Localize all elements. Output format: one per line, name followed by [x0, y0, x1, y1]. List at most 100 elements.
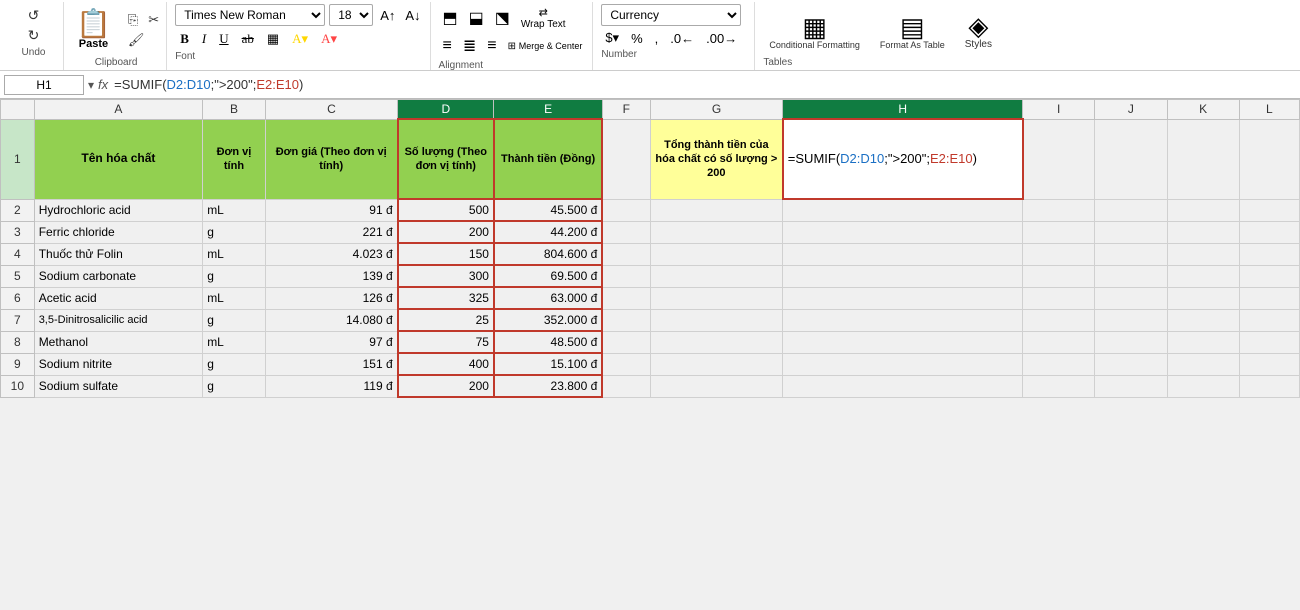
copy-icon[interactable]: ⎘ [125, 11, 141, 29]
cell-I1[interactable] [1023, 119, 1095, 199]
cell-B10[interactable]: g [203, 375, 266, 397]
cell-E7[interactable]: 352.000 đ [494, 309, 602, 331]
cell-E5[interactable]: 69.500 đ [494, 265, 602, 287]
cell-K9[interactable] [1167, 353, 1239, 375]
cell-A8[interactable]: Methanol [34, 331, 203, 353]
cell-B8[interactable]: mL [203, 331, 266, 353]
cell-B1[interactable]: Đơn vị tính [203, 119, 266, 199]
cell-J8[interactable] [1095, 331, 1167, 353]
col-header-J[interactable]: J [1095, 100, 1167, 120]
cell-L8[interactable] [1239, 331, 1299, 353]
cell-F8[interactable] [602, 331, 650, 353]
cell-C1[interactable]: Đơn giá (Theo đơn vị tính) [265, 119, 397, 199]
font-size-select[interactable]: 18 [329, 4, 373, 26]
align-bottom-icon[interactable]: ⬔ [491, 6, 514, 30]
cell-C3[interactable]: 221 đ [265, 221, 397, 243]
col-header-G[interactable]: G [650, 100, 782, 120]
cell-L3[interactable] [1239, 221, 1299, 243]
cell-C9[interactable]: 151 đ [265, 353, 397, 375]
cell-I4[interactable] [1023, 243, 1095, 265]
cell-A4[interactable]: Thuốc thử Folin [34, 243, 203, 265]
cell-L1[interactable] [1239, 119, 1299, 199]
cell-B2[interactable]: mL [203, 199, 266, 221]
cell-D3[interactable]: 200 [398, 221, 494, 243]
align-top-icon[interactable]: ⬒ [439, 6, 462, 30]
cell-C6[interactable]: 126 đ [265, 287, 397, 309]
cell-L6[interactable] [1239, 287, 1299, 309]
cell-C8[interactable]: 97 đ [265, 331, 397, 353]
formula-dropdown[interactable]: ▾ [88, 78, 94, 92]
align-left-icon[interactable]: ≡ [439, 35, 456, 57]
cell-G4[interactable] [650, 243, 782, 265]
col-header-B[interactable]: B [203, 100, 266, 120]
cell-C10[interactable]: 119 đ [265, 375, 397, 397]
row-header-3[interactable]: 3 [1, 221, 35, 243]
cell-I7[interactable] [1023, 309, 1095, 331]
cell-E10[interactable]: 23.800 đ [494, 375, 602, 397]
cell-D9[interactable]: 400 [398, 353, 494, 375]
increase-decimal-btn[interactable]: .00→ [702, 30, 741, 47]
redo-button[interactable]: ↻ [24, 26, 44, 45]
cell-K3[interactable] [1167, 221, 1239, 243]
cell-K6[interactable] [1167, 287, 1239, 309]
cell-K10[interactable] [1167, 375, 1239, 397]
cell-E9[interactable]: 15.100 đ [494, 353, 602, 375]
cell-D4[interactable]: 150 [398, 243, 494, 265]
cell-H6[interactable] [783, 287, 1023, 309]
cell-B4[interactable]: mL [203, 243, 266, 265]
cell-A5[interactable]: Sodium carbonate [34, 265, 203, 287]
cell-K1[interactable] [1167, 119, 1239, 199]
font-name-select[interactable]: Times New Roman [175, 4, 325, 26]
styles-button[interactable]: ◈ Styles [959, 11, 998, 52]
row-header-6[interactable]: 6 [1, 287, 35, 309]
cell-K5[interactable] [1167, 265, 1239, 287]
cell-H8[interactable] [783, 331, 1023, 353]
cell-L4[interactable] [1239, 243, 1299, 265]
cell-H4[interactable] [783, 243, 1023, 265]
fill-color-button[interactable]: A▾ [287, 29, 313, 49]
cell-G9[interactable] [650, 353, 782, 375]
cell-H3[interactable] [783, 221, 1023, 243]
percent-btn[interactable]: % [627, 30, 647, 47]
format-table-button[interactable]: ▤ Format As Table [874, 12, 951, 52]
cell-F6[interactable] [602, 287, 650, 309]
cell-J1[interactable] [1095, 119, 1167, 199]
decrease-font-btn[interactable]: A↓ [402, 7, 423, 24]
col-header-I[interactable]: I [1023, 100, 1095, 120]
dollar-btn[interactable]: $▾ [601, 29, 623, 47]
border-button[interactable]: ▦ [262, 29, 284, 49]
underline-button[interactable]: U [214, 29, 233, 49]
cell-H9[interactable] [783, 353, 1023, 375]
cell-J9[interactable] [1095, 353, 1167, 375]
paste-button[interactable]: 📋 Paste [70, 8, 117, 52]
wrap-text-button[interactable]: ⇄ Wrap Text [517, 4, 570, 32]
col-header-E[interactable]: E [494, 100, 602, 120]
col-header-L[interactable]: L [1239, 100, 1299, 120]
row-header-2[interactable]: 2 [1, 199, 35, 221]
cell-J4[interactable] [1095, 243, 1167, 265]
row-header-5[interactable]: 5 [1, 265, 35, 287]
col-header-D[interactable]: D [398, 100, 494, 120]
cell-reference-box[interactable] [4, 75, 84, 95]
cell-F7[interactable] [602, 309, 650, 331]
cell-F2[interactable] [602, 199, 650, 221]
cell-H1[interactable]: =SUMIF(D2:D10;">200";E2:E10) [783, 119, 1023, 199]
cell-H2[interactable] [783, 199, 1023, 221]
cell-I2[interactable] [1023, 199, 1095, 221]
cell-D7[interactable]: 25 [398, 309, 494, 331]
col-header-H[interactable]: H [783, 100, 1023, 120]
cell-K8[interactable] [1167, 331, 1239, 353]
col-header-K[interactable]: K [1167, 100, 1239, 120]
cell-C7[interactable]: 14.080 đ [265, 309, 397, 331]
cell-I5[interactable] [1023, 265, 1095, 287]
merge-center-button[interactable]: ⊞ Merge & Center [504, 39, 587, 54]
align-center-icon[interactable]: ≣ [459, 34, 480, 58]
cell-F4[interactable] [602, 243, 650, 265]
cell-L2[interactable] [1239, 199, 1299, 221]
cell-J5[interactable] [1095, 265, 1167, 287]
cell-C5[interactable]: 139 đ [265, 265, 397, 287]
cell-H5[interactable] [783, 265, 1023, 287]
cell-H10[interactable] [783, 375, 1023, 397]
cell-J7[interactable] [1095, 309, 1167, 331]
cut-icon[interactable]: ✂ [145, 11, 162, 29]
